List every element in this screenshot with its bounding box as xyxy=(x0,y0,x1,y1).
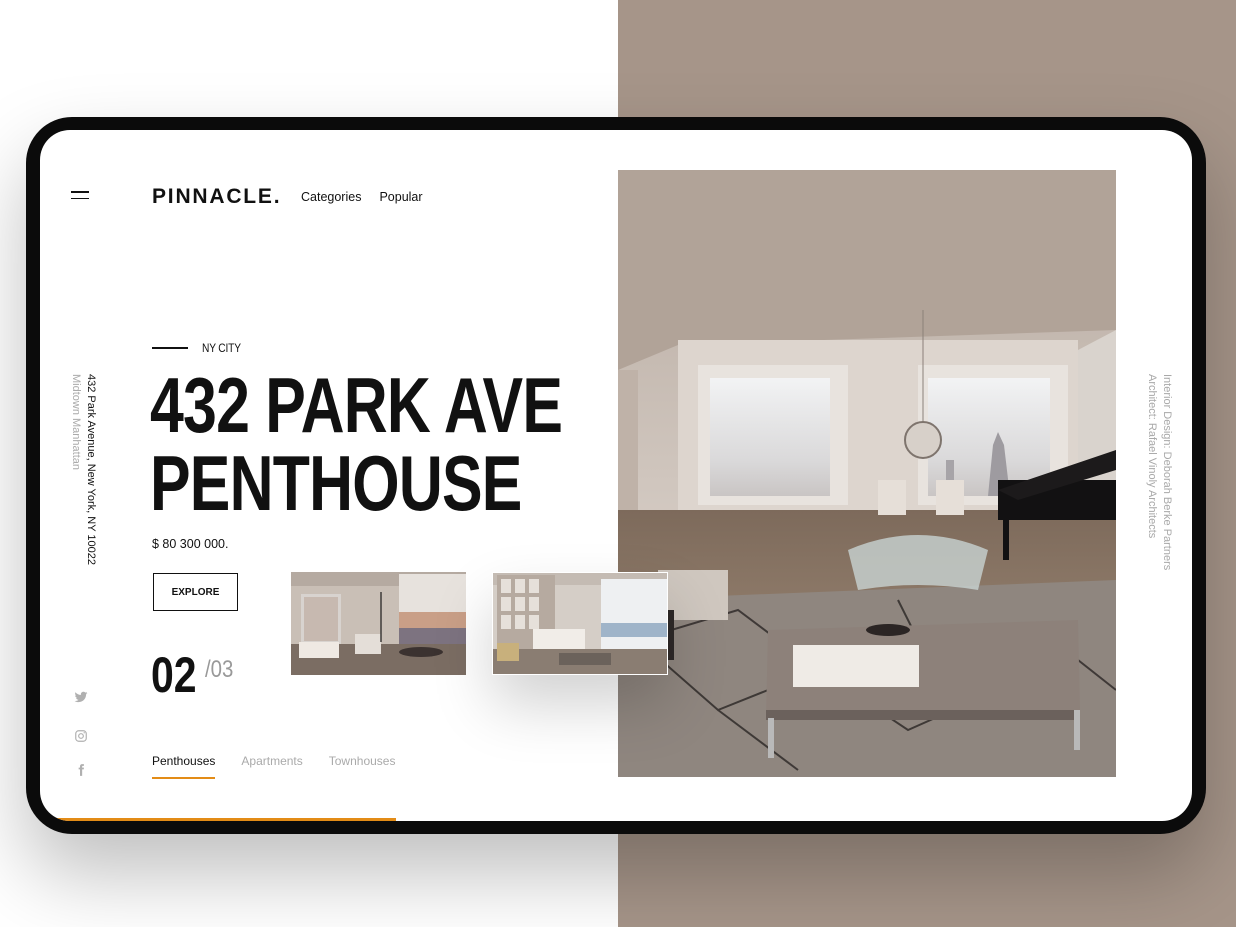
location-kicker: NY CITY xyxy=(152,341,248,355)
listing-title: 432 PARK AVE PENTHOUSE xyxy=(150,361,563,527)
neighborhood-line: Midtown Manhattan xyxy=(70,374,82,470)
hero-image xyxy=(618,170,1116,777)
top-nav: Categories Popular xyxy=(301,190,423,204)
nav-item-popular[interactable]: Popular xyxy=(379,190,422,204)
twitter-icon[interactable] xyxy=(74,690,88,704)
credits-vertical: Interior Design: Deborah Berke Partners … xyxy=(1144,374,1174,570)
device-frame: PINNACLE. Categories Popular 432 Park Av… xyxy=(26,117,1206,834)
title-line-2: PENTHOUSE xyxy=(150,439,522,527)
current-slide: 02 xyxy=(151,647,197,703)
listing-price: $ 80 300 000. xyxy=(152,537,229,551)
facebook-icon[interactable] xyxy=(74,763,88,777)
address-line: 432 Park Avenue, New York, NY 10022 xyxy=(85,374,97,566)
slide-progress-bar xyxy=(40,818,396,821)
slide-counter: 02 /03 xyxy=(151,650,238,700)
tab-apartments[interactable]: Apartments xyxy=(241,754,302,779)
total-slides: /03 xyxy=(205,656,234,683)
kicker-line xyxy=(152,347,188,349)
address-vertical: 432 Park Avenue, New York, NY 10022 Midt… xyxy=(68,374,98,565)
instagram-icon[interactable] xyxy=(74,729,88,743)
hamburger-menu-icon[interactable] xyxy=(71,191,89,200)
architect-credit: Architect: Rafael Vinoly Architects xyxy=(1146,374,1158,539)
screen: PINNACLE. Categories Popular 432 Park Av… xyxy=(40,130,1192,821)
tab-townhouses[interactable]: Townhouses xyxy=(329,754,396,779)
kicker-text: NY CITY xyxy=(202,341,241,355)
interior-design-credit: Interior Design: Deborah Berke Partners xyxy=(1161,374,1173,571)
tab-penthouses[interactable]: Penthouses xyxy=(152,754,216,779)
title-line-1: 432 PARK AVE xyxy=(150,361,563,449)
explore-button[interactable]: EXPLORE xyxy=(153,573,238,611)
category-tabs: Penthouses Apartments Townhouses xyxy=(152,754,395,779)
nav-item-categories[interactable]: Categories xyxy=(301,190,361,204)
brand-logo[interactable]: PINNACLE. xyxy=(152,185,281,209)
thumbnail-bedroom[interactable] xyxy=(291,572,466,675)
thumbnail-living-room[interactable] xyxy=(492,572,668,675)
